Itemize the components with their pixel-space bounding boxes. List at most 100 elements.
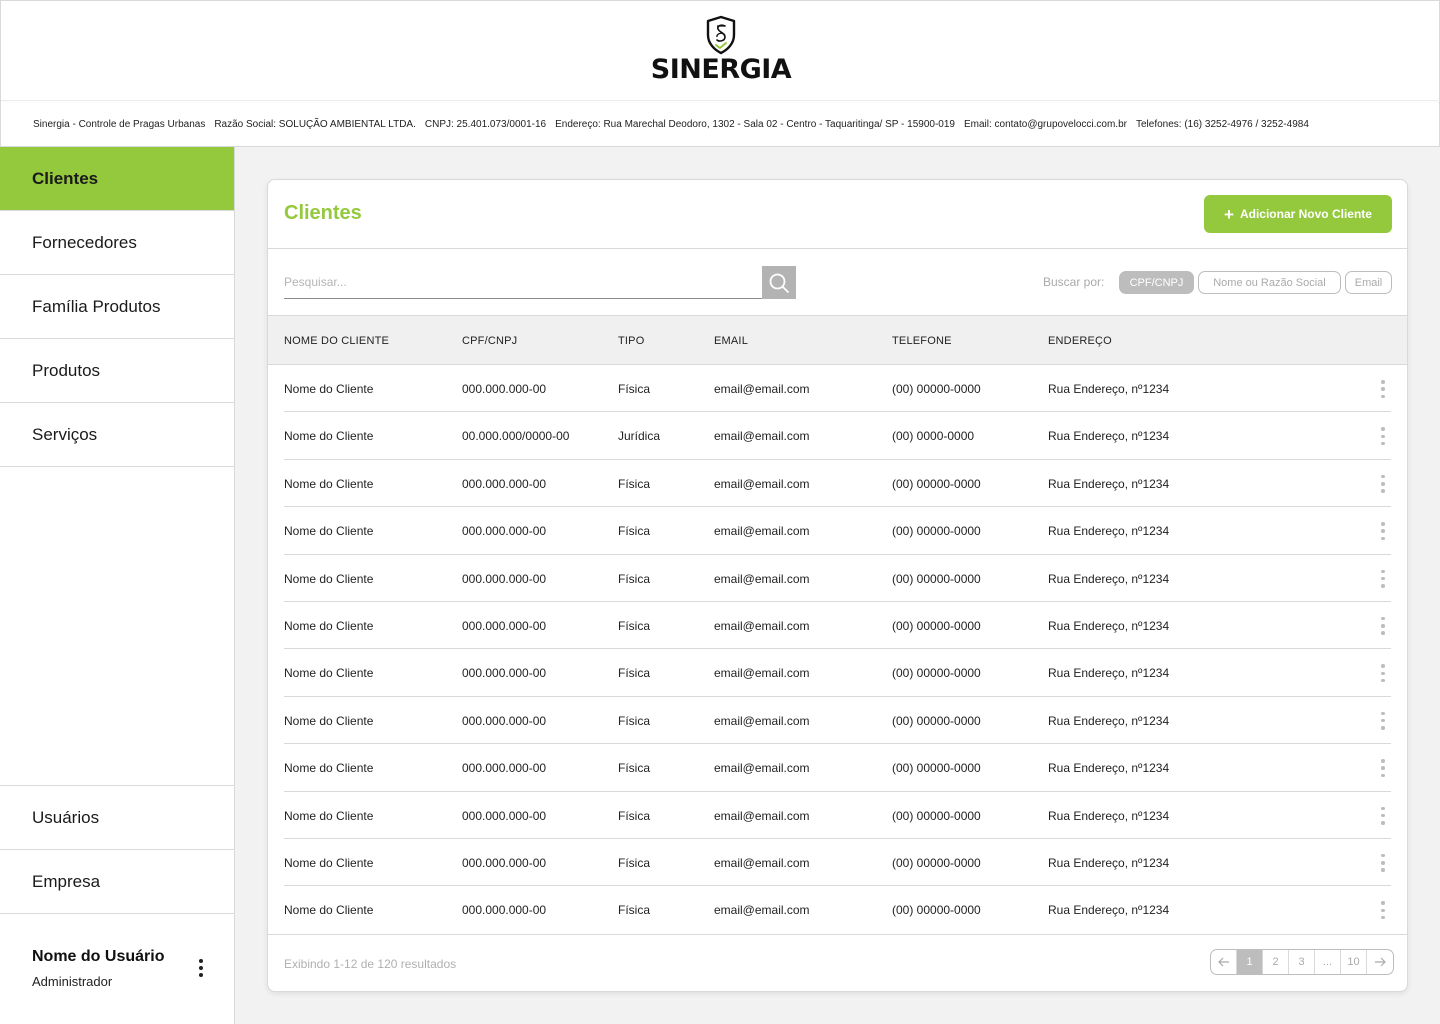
cell-telefone: (00) 00000-0000 bbox=[892, 903, 981, 918]
cell-endereco: Rua Endereço, nº1234 bbox=[1048, 855, 1170, 870]
row-more-vertical-icon[interactable] bbox=[1379, 522, 1387, 541]
row-more-vertical-icon[interactable] bbox=[1379, 853, 1387, 872]
cell-email: email@email.com bbox=[714, 761, 810, 776]
add-client-button[interactable]: + Adicionar Novo Cliente bbox=[1204, 195, 1392, 233]
header-divider bbox=[1, 100, 1440, 101]
cell-email: email@email.com bbox=[714, 666, 810, 681]
company-name: Sinergia - Controle de Pragas Urbanas bbox=[33, 119, 206, 130]
row-more-vertical-icon[interactable] bbox=[1379, 664, 1387, 683]
pagination: 1 2 3 ... 10 bbox=[1210, 949, 1394, 975]
user-profile: Nome do Usuário Administrador bbox=[0, 914, 234, 1024]
table-row[interactable]: Nome do Cliente 000.000.000-00 Física email… bbox=[284, 365, 1391, 413]
sidebar-item-servicos[interactable]: Serviços bbox=[0, 403, 234, 467]
cell-nome: Nome do Cliente bbox=[284, 713, 374, 728]
sidebar-item-familia-produtos[interactable]: Família Produtos bbox=[0, 275, 234, 339]
cell-nome: Nome do Cliente bbox=[284, 524, 374, 539]
row-more-vertical-icon[interactable] bbox=[1379, 711, 1387, 730]
cell-email: email@email.com bbox=[714, 808, 810, 823]
search-button[interactable] bbox=[762, 266, 796, 299]
column-header-endereco[interactable]: ENDEREÇO bbox=[1048, 335, 1112, 347]
row-more-vertical-icon[interactable] bbox=[1379, 427, 1387, 446]
row-more-vertical-icon[interactable] bbox=[1379, 759, 1387, 778]
logo[interactable]: SINERGIA bbox=[1, 15, 1440, 85]
table-row[interactable]: Nome do Cliente 000.000.000-00 Física email… bbox=[284, 697, 1391, 745]
sidebar-item-fornecedores[interactable]: Fornecedores bbox=[0, 211, 234, 275]
company-phones: Telefones: (16) 3252-4976 / 3252-4984 bbox=[1135, 119, 1309, 130]
filter-chip-nome-razao-social[interactable]: Nome ou Razão Social bbox=[1198, 271, 1341, 294]
pagination-page-2[interactable]: 2 bbox=[1263, 950, 1289, 974]
row-more-vertical-icon[interactable] bbox=[1379, 616, 1387, 635]
cell-email: email@email.com bbox=[714, 713, 810, 728]
pagination-page-10[interactable]: 10 bbox=[1341, 950, 1367, 974]
cell-cpf-cnpj: 00.000.000/0000-00 bbox=[462, 429, 570, 444]
row-more-vertical-icon[interactable] bbox=[1379, 806, 1387, 825]
pagination-prev-button[interactable] bbox=[1211, 950, 1237, 974]
row-more-vertical-icon[interactable] bbox=[1379, 380, 1387, 398]
table-row[interactable]: Nome do Cliente 000.000.000-00 Física email… bbox=[284, 460, 1391, 508]
cell-nome: Nome do Cliente bbox=[284, 808, 374, 823]
cell-cpf-cnpj: 000.000.000-00 bbox=[462, 666, 547, 681]
clients-card: Clientes + Adicionar Novo Cliente Buscar… bbox=[267, 179, 1408, 992]
user-menu-more-vertical-icon[interactable] bbox=[195, 959, 207, 979]
table-row[interactable]: Nome do Cliente 000.000.000-00 Física email… bbox=[284, 649, 1391, 697]
results-count: Exibindo 1-12 de 120 resultados bbox=[284, 957, 457, 971]
cell-tipo: Física bbox=[618, 382, 651, 396]
table-row[interactable]: Nome do Cliente 000.000.000-00 Física email… bbox=[284, 602, 1391, 650]
cell-email: email@email.com bbox=[714, 382, 810, 396]
table-row[interactable]: Nome do Cliente 000.000.000-00 Física email… bbox=[284, 744, 1391, 792]
cell-tipo: Física bbox=[618, 903, 651, 918]
table-row[interactable]: Nome do Cliente 000.000.000-00 Física email… bbox=[284, 555, 1391, 602]
pagination-next-button[interactable] bbox=[1367, 950, 1393, 974]
card-footer-divider bbox=[268, 934, 1407, 935]
search-icon bbox=[769, 273, 789, 293]
filter-chip-cpf-cnpj[interactable]: CPF/CNPJ bbox=[1119, 271, 1194, 294]
table-row[interactable]: Nome do Cliente 000.000.000-00 Física email… bbox=[284, 886, 1391, 933]
cell-nome: Nome do Cliente bbox=[284, 571, 374, 586]
column-header-tipo[interactable]: TIPO bbox=[618, 335, 644, 347]
table-row[interactable]: Nome do Cliente 00.000.000/0000-00 Jurídic… bbox=[284, 412, 1391, 460]
logo-text: SINERGIA bbox=[650, 54, 792, 85]
table-header: NOME DO CLIENTE CPF/CNPJ TIPO EMAIL TELE… bbox=[268, 315, 1407, 365]
row-more-vertical-icon[interactable] bbox=[1379, 474, 1387, 493]
row-more-vertical-icon[interactable] bbox=[1379, 901, 1387, 920]
search-input[interactable] bbox=[284, 266, 762, 299]
plus-icon: + bbox=[1224, 204, 1234, 224]
company-address: Endereço: Rua Marechal Deodoro, 1302 - S… bbox=[555, 119, 955, 130]
cell-tipo: Física bbox=[618, 761, 651, 776]
app-header: SINERGIA Sinergia - Controle de Pragas U… bbox=[0, 0, 1440, 147]
cell-cpf-cnpj: 000.000.000-00 bbox=[462, 903, 547, 918]
cell-endereco: Rua Endereço, nº1234 bbox=[1048, 571, 1170, 586]
pagination-page-1[interactable]: 1 bbox=[1237, 950, 1263, 974]
page-title: Clientes bbox=[284, 202, 362, 224]
cell-telefone: (00) 00000-0000 bbox=[892, 666, 981, 681]
cell-telefone: (00) 0000-0000 bbox=[892, 429, 975, 444]
table-body: Nome do Cliente 000.000.000-00 Física email… bbox=[268, 365, 1407, 934]
filter-chip-email[interactable]: Email bbox=[1345, 271, 1392, 294]
column-header-nome[interactable]: NOME DO CLIENTE bbox=[284, 335, 389, 347]
cell-tipo: Física bbox=[618, 524, 651, 539]
cell-email: email@email.com bbox=[714, 524, 810, 539]
table-row[interactable]: Nome do Cliente 000.000.000-00 Física email… bbox=[284, 839, 1391, 887]
company-cnpj: CNPJ: 25.401.073/0001-16 bbox=[424, 119, 547, 130]
table-row[interactable]: Nome do Cliente 000.000.000-00 Física email… bbox=[284, 507, 1391, 555]
sidebar-item-usuarios[interactable]: Usuários bbox=[0, 786, 234, 850]
sidebar-item-clientes[interactable]: Clientes bbox=[0, 147, 234, 211]
cell-endereco: Rua Endereço, nº1234 bbox=[1048, 808, 1170, 823]
sidebar-item-empresa[interactable]: Empresa bbox=[0, 850, 234, 914]
cell-cpf-cnpj: 000.000.000-00 bbox=[462, 382, 547, 396]
pagination-page-3[interactable]: 3 bbox=[1289, 950, 1315, 974]
cell-tipo: Física bbox=[618, 618, 651, 633]
sidebar-item-produtos[interactable]: Produtos bbox=[0, 339, 234, 403]
cell-email: email@email.com bbox=[714, 855, 810, 870]
column-header-telefone[interactable]: TELEFONE bbox=[892, 335, 952, 347]
cell-cpf-cnpj: 000.000.000-00 bbox=[462, 524, 547, 539]
column-header-cpf-cnpj[interactable]: CPF/CNPJ bbox=[462, 335, 517, 347]
cell-endereco: Rua Endereço, nº1234 bbox=[1048, 761, 1170, 776]
cell-nome: Nome do Cliente bbox=[284, 382, 374, 396]
cell-cpf-cnpj: 000.000.000-00 bbox=[462, 808, 547, 823]
cell-tipo: Jurídica bbox=[618, 429, 661, 444]
table-row[interactable]: Nome do Cliente 000.000.000-00 Física email… bbox=[284, 792, 1391, 839]
row-more-vertical-icon[interactable] bbox=[1379, 569, 1387, 588]
column-header-email[interactable]: EMAIL bbox=[714, 335, 748, 347]
cell-telefone: (00) 00000-0000 bbox=[892, 761, 981, 776]
